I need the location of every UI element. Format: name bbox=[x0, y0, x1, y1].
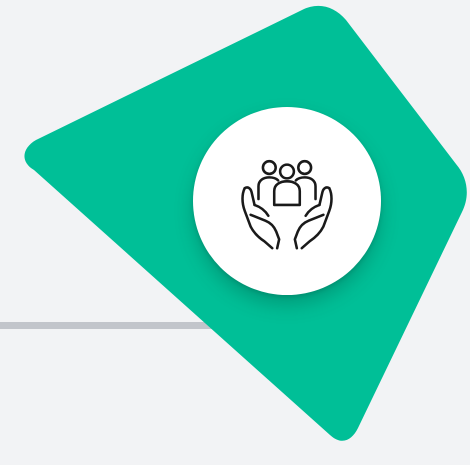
community-care-icon bbox=[241, 159, 333, 250]
graphic-stage bbox=[0, 0, 470, 465]
icon-circle bbox=[193, 107, 381, 295]
